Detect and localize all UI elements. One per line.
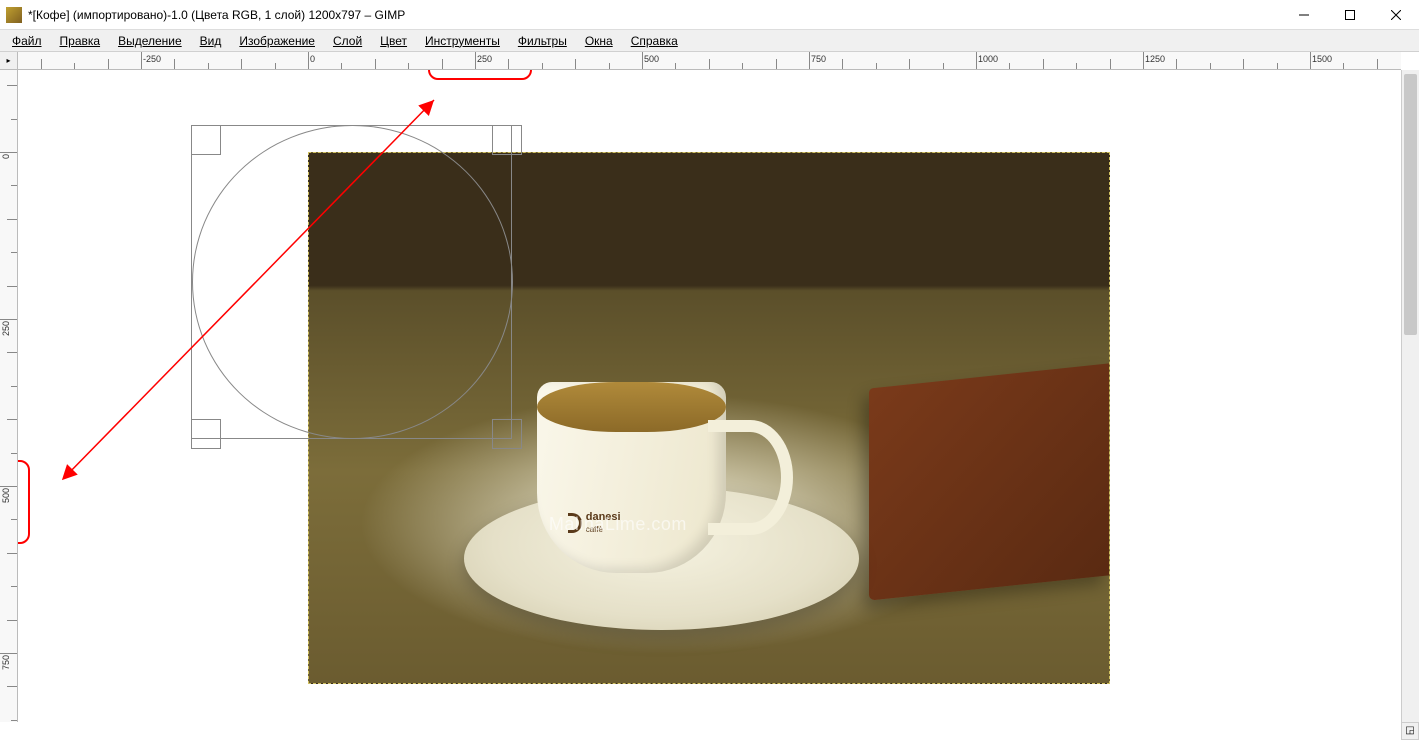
close-button[interactable] — [1373, 0, 1419, 30]
canvas-area[interactable]: danesi caffè MalinaLime.com — [18, 70, 1401, 722]
window-controls — [1281, 0, 1419, 30]
ruler-h-label: 0 — [310, 54, 315, 64]
ruler-h-label: 1000 — [978, 54, 998, 64]
menu-tools[interactable]: Инструменты — [417, 32, 508, 50]
app-icon — [6, 7, 22, 23]
ruler-vertical[interactable]: 0 250 500 750 — [0, 70, 18, 722]
ruler-h-label: 1500 — [1312, 54, 1332, 64]
selection-handle[interactable] — [492, 125, 522, 155]
menu-windows[interactable]: Окна — [577, 32, 621, 50]
menu-filters[interactable]: Фильтры — [510, 32, 575, 50]
ruler-corner[interactable]: ▸ — [0, 52, 18, 70]
ruler-v-label: 250 — [1, 321, 11, 336]
watermark-text: MalinaLime.com — [549, 514, 687, 535]
menu-color[interactable]: Цвет — [372, 32, 415, 50]
selection-handle[interactable] — [492, 419, 522, 449]
book-object — [869, 363, 1109, 600]
menu-view[interactable]: Вид — [192, 32, 230, 50]
menu-edit[interactable]: Правка — [52, 32, 109, 50]
menu-image[interactable]: Изображение — [231, 32, 323, 50]
ruler-horizontal[interactable]: -250 0 250 500 750 1000 1250 1500 — [18, 52, 1401, 70]
navigator-button[interactable]: ◲ — [1401, 722, 1419, 740]
window-titlebar: *[Кофе] (импортировано)-1.0 (Цвета RGB, … — [0, 0, 1419, 30]
ruler-h-label: 500 — [644, 54, 659, 64]
cup-object: danesi caffè — [501, 312, 805, 630]
ruler-v-label: 750 — [1, 655, 11, 670]
ruler-h-label: 750 — [811, 54, 826, 64]
menubar: Файл Правка Выделение Вид Изображение Сл… — [0, 30, 1419, 52]
selection-handle[interactable] — [191, 419, 221, 449]
menu-select[interactable]: Выделение — [110, 32, 190, 50]
selection-handle[interactable] — [191, 125, 221, 155]
ruler-v-label: 500 — [1, 488, 11, 503]
ruler-h-label: 250 — [477, 54, 492, 64]
menu-file[interactable]: Файл — [4, 32, 50, 50]
menu-help[interactable]: Справка — [623, 32, 686, 50]
workspace: ▸ -2500250500750100012501500 0250500750 … — [0, 52, 1419, 740]
ruler-h-label: -250 — [143, 54, 161, 64]
maximize-button[interactable] — [1327, 0, 1373, 30]
annotation-oval-top — [428, 70, 532, 80]
minimize-button[interactable] — [1281, 0, 1327, 30]
ruler-h-label: 1250 — [1145, 54, 1165, 64]
selection-bounding-box[interactable] — [191, 125, 512, 439]
ruler-v-label: 0 — [1, 154, 11, 159]
scrollbar-vertical[interactable]: ◲ — [1401, 70, 1419, 722]
annotation-oval-left — [18, 460, 30, 544]
window-title: *[Кофе] (импортировано)-1.0 (Цвета RGB, … — [28, 8, 405, 22]
menu-layer[interactable]: Слой — [325, 32, 370, 50]
scrollbar-thumb[interactable] — [1404, 74, 1417, 335]
